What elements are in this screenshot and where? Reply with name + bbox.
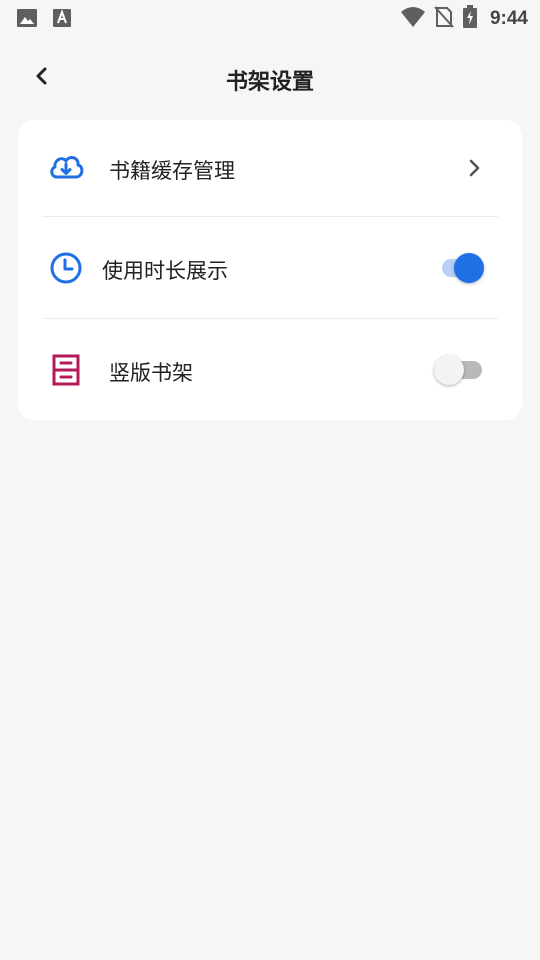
toggle-thumb [454,253,484,283]
wifi-icon [400,6,426,32]
text-a-icon [52,7,72,33]
settings-item-label: 竖版书架 [109,361,193,385]
page-title: 书架设置 [225,70,314,95]
image-icon [16,7,38,33]
clock-icon [48,250,84,286]
settings-item-vertical-bookshelf[interactable]: 竖版书架 [18,320,522,420]
battery-charging-icon [462,5,478,33]
toggle-thumb [434,355,464,385]
status-bar: 9:44 [0,0,540,36]
cloud-download-icon [48,150,84,186]
cabinet-icon [48,352,84,388]
divider [42,216,498,217]
settings-card: 书籍缓存管理 使用时长展示 竖版书架 [18,120,522,420]
usage-duration-toggle[interactable] [434,251,486,285]
vertical-bookshelf-toggle[interactable] [434,353,486,387]
settings-item-label: 书籍缓存管理 [109,159,235,183]
no-sim-icon [434,6,454,32]
status-time: 9:44 [489,8,528,29]
divider [42,318,498,319]
app-header: 书架设置 [0,52,540,104]
settings-item-label: 使用时长展示 [102,259,228,283]
settings-item-usage-duration[interactable]: 使用时长展示 [18,218,522,318]
settings-item-book-cache[interactable]: 书籍缓存管理 [18,120,522,220]
chevron-right-icon [464,158,484,178]
